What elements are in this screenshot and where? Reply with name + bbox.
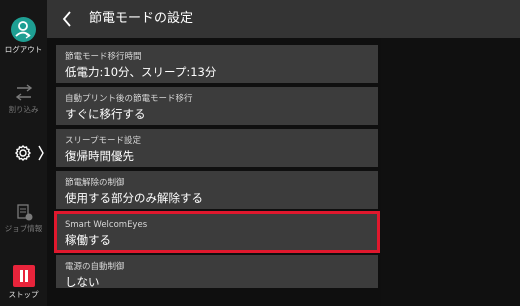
setting-auto-print-power-save[interactable]: 自動プリント後の節電モード移行 すぐに移行する [56, 87, 378, 125]
job-info-icon [14, 203, 34, 221]
gear-icon [15, 145, 44, 161]
setting-value: すぐに移行する [65, 107, 146, 121]
setting-sleep-mode[interactable]: スリープモード設定 復帰時間優先 [56, 129, 378, 167]
back-button[interactable] [58, 9, 78, 29]
setting-label: 節電解除の制御 [65, 178, 125, 188]
setting-power-save-release[interactable]: 節電解除の制御 使用する部分のみ解除する [56, 171, 378, 209]
setting-label: Smart WelcomEyes [65, 220, 148, 230]
stop-icon [12, 265, 35, 287]
setting-auto-power-control[interactable]: 電源の自動制御 しない [56, 255, 378, 289]
job-info-button[interactable]: ジョブ情報 [0, 203, 47, 233]
logout-icon [11, 17, 36, 42]
chevron-left-icon [62, 11, 71, 27]
interrupt-button[interactable]: 割り込み [0, 84, 47, 114]
setting-value: 稼働する [65, 233, 111, 247]
setting-label: 電源の自動制御 [65, 262, 125, 272]
setting-value: 使用する部分のみ解除する [65, 191, 203, 205]
setting-smart-welcomeyes[interactable]: Smart WelcomEyes 稼働する [54, 211, 380, 253]
setting-value: 低電力:10分、スリープ:13分 [65, 65, 217, 79]
side-rail: ログアウト 割り込み ジョブ情報 ストップ [0, 0, 47, 306]
setting-value: しない [65, 275, 100, 289]
interrupt-label: 割り込み [8, 105, 39, 114]
setting-power-save-timer[interactable]: 節電モード移行時間 低電力:10分、スリープ:13分 [56, 45, 378, 83]
job-info-label: ジョブ情報 [4, 224, 43, 233]
setting-value: 復帰時間優先 [65, 149, 134, 163]
setting-label: 節電モード移行時間 [65, 52, 142, 62]
setting-label: スリープモード設定 [65, 136, 141, 146]
setting-label: 自動プリント後の節電モード移行 [65, 94, 193, 104]
blank-area [381, 38, 520, 306]
settings-list: 節電モード移行時間 低電力:10分、スリープ:13分 自動プリント後の節電モード… [54, 45, 380, 289]
logout-button[interactable]: ログアウト [0, 17, 47, 54]
logout-label: ログアウト [4, 45, 43, 54]
settings-button[interactable] [0, 143, 47, 163]
chevron-right-icon [38, 145, 44, 161]
page-title: 節電モードの設定 [89, 11, 194, 26]
stop-button[interactable]: ストップ [0, 265, 47, 299]
interrupt-icon [14, 84, 34, 102]
stop-label: ストップ [8, 290, 39, 299]
